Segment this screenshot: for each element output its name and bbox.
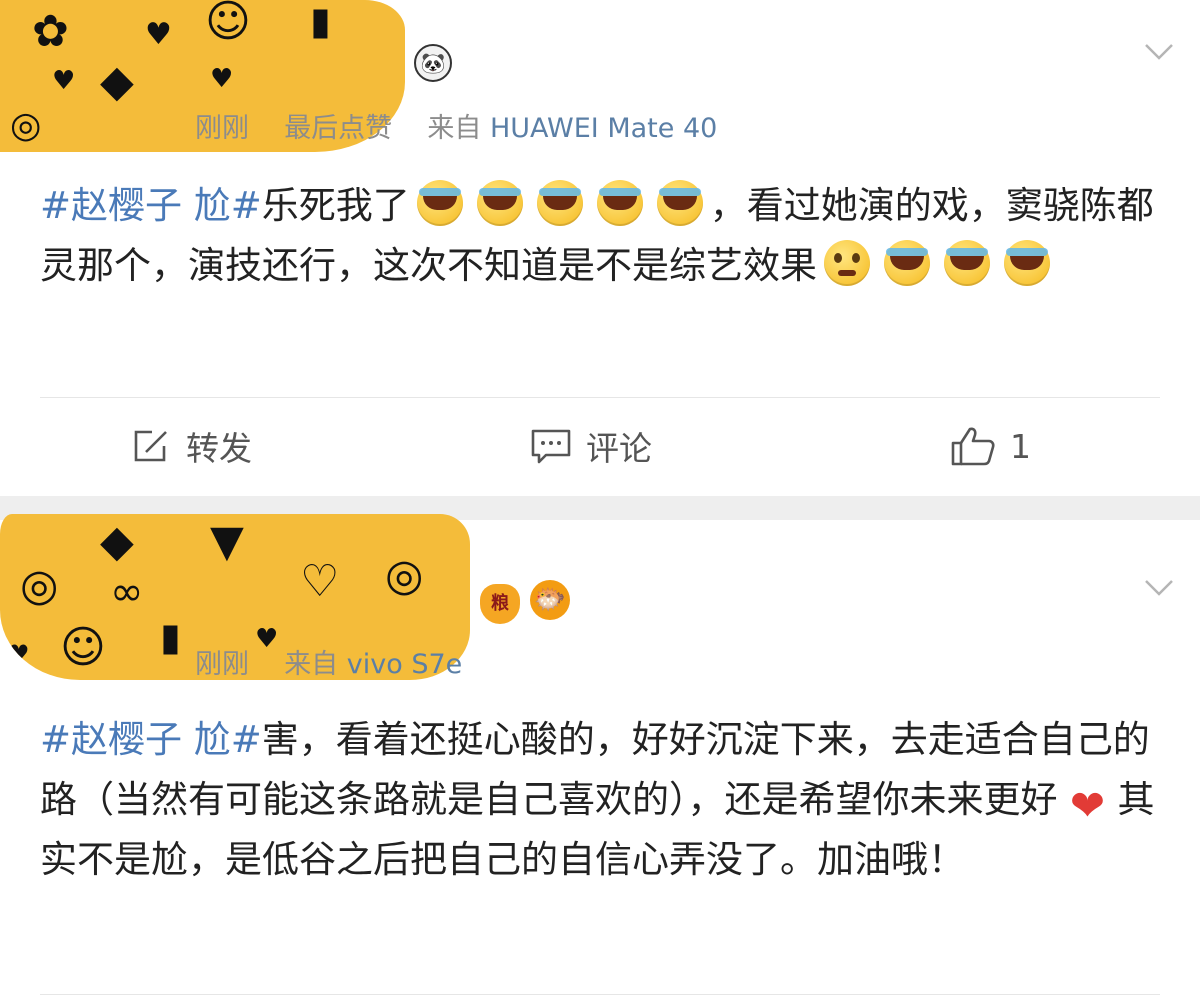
egg-sticker: ◎ bbox=[10, 105, 42, 146]
heart-sticker: ♥ bbox=[145, 17, 172, 52]
divider bbox=[40, 397, 1160, 398]
post-meta: 刚刚 最后点赞 来自 HUAWEI Mate 40 bbox=[195, 106, 717, 145]
comment-button[interactable]: 评论 bbox=[530, 416, 652, 476]
repost-button[interactable]: 转发 bbox=[132, 416, 252, 476]
thumbs-up-icon bbox=[951, 427, 995, 466]
laugh-cry-emoji bbox=[944, 240, 990, 286]
post-content: #赵樱子 尬#乐死我了 ，看过她演的戏，窦骁陈都灵那个，演技还行，这次不知道是不是… bbox=[40, 176, 1160, 296]
repost-label: 转发 bbox=[186, 429, 252, 468]
smiley-sticker: ☺ bbox=[60, 622, 106, 673]
post-content: #赵樱子 尬#害，看着还挺心酸的，好好沉淀下来，去走适合自己的路（当然有可能这条… bbox=[40, 710, 1160, 890]
hashtag-link[interactable]: #赵樱子 尬# bbox=[40, 718, 262, 761]
comment-label: 评论 bbox=[586, 429, 652, 468]
action-bar: 转发 评论 1 bbox=[0, 416, 1200, 476]
diamond-sticker: ◆ bbox=[100, 516, 134, 567]
heart-sticker: ♥ bbox=[52, 66, 76, 96]
lipstick-sticker: ▮ bbox=[160, 615, 181, 659]
panda-icon: 🐼 bbox=[414, 44, 452, 82]
comment-icon bbox=[531, 429, 571, 464]
laugh-cry-emoji bbox=[536, 180, 583, 226]
like-count: 1 bbox=[1010, 426, 1031, 466]
source-prefix: 来自 bbox=[427, 113, 482, 144]
hashtag-link[interactable]: #赵樱子 尬# bbox=[40, 184, 262, 227]
post-time: 刚刚 bbox=[195, 649, 249, 680]
pufferfish-icon: 🐡 bbox=[530, 580, 570, 620]
ring-sticker: ♡ bbox=[300, 556, 340, 607]
source-prefix: 来自 bbox=[284, 649, 339, 680]
post-extra: 最后点赞 bbox=[284, 113, 393, 144]
chevron-down-icon[interactable] bbox=[1144, 578, 1174, 608]
chevron-down-icon[interactable] bbox=[1144, 42, 1174, 72]
divider bbox=[40, 994, 1160, 995]
heart-emoji: ❤ bbox=[1069, 781, 1106, 830]
laugh-cry-emoji bbox=[884, 240, 930, 286]
repost-icon bbox=[134, 430, 167, 462]
like-button[interactable]: 1 bbox=[950, 416, 1031, 476]
weibo-post-1: ✿ ♥ ☺ ▮ ♥ ◆ ♥ ◎ 🐼 刚刚 最后点赞 来自 HUAWEI Mate… bbox=[0, 0, 1200, 496]
device-name[interactable]: vivo S7e bbox=[347, 649, 463, 680]
diamond-sticker: ◆ bbox=[100, 56, 134, 107]
smiley-sticker: ☺ bbox=[205, 0, 251, 47]
heart-sticker: ♥ bbox=[8, 640, 30, 668]
laugh-cry-emoji bbox=[476, 180, 523, 226]
egg-sticker: ◎ bbox=[385, 550, 424, 601]
heart-sticker: ♥ bbox=[210, 64, 234, 94]
ice-cream-sticker: ▼ bbox=[210, 516, 244, 567]
lipstick-sticker: ▮ bbox=[310, 0, 331, 43]
flower-sticker: ✿ bbox=[32, 6, 69, 57]
post-time: 刚刚 bbox=[195, 113, 249, 144]
post-text: 乐死我了 bbox=[261, 184, 410, 227]
laugh-cry-emoji bbox=[656, 180, 703, 226]
weibo-post-2: ◆ ▼ ◎ ∞ ♡ ◎ ☺ ▮ ♥ ♥ 粮 🐡 刚刚 来自 vivo S7e #… bbox=[0, 514, 1200, 997]
thinking-emoji bbox=[824, 240, 870, 286]
sunglasses-sticker: ∞ bbox=[110, 569, 144, 615]
laugh-cry-emoji bbox=[416, 180, 463, 226]
laugh-cry-emoji bbox=[1004, 240, 1050, 286]
post-meta: 刚刚 来自 vivo S7e bbox=[195, 642, 462, 681]
laugh-cry-emoji bbox=[596, 180, 643, 226]
device-name[interactable]: HUAWEI Mate 40 bbox=[490, 113, 717, 144]
egg-sticker: ◎ bbox=[20, 560, 59, 611]
grain-bag-icon: 粮 bbox=[480, 584, 520, 624]
